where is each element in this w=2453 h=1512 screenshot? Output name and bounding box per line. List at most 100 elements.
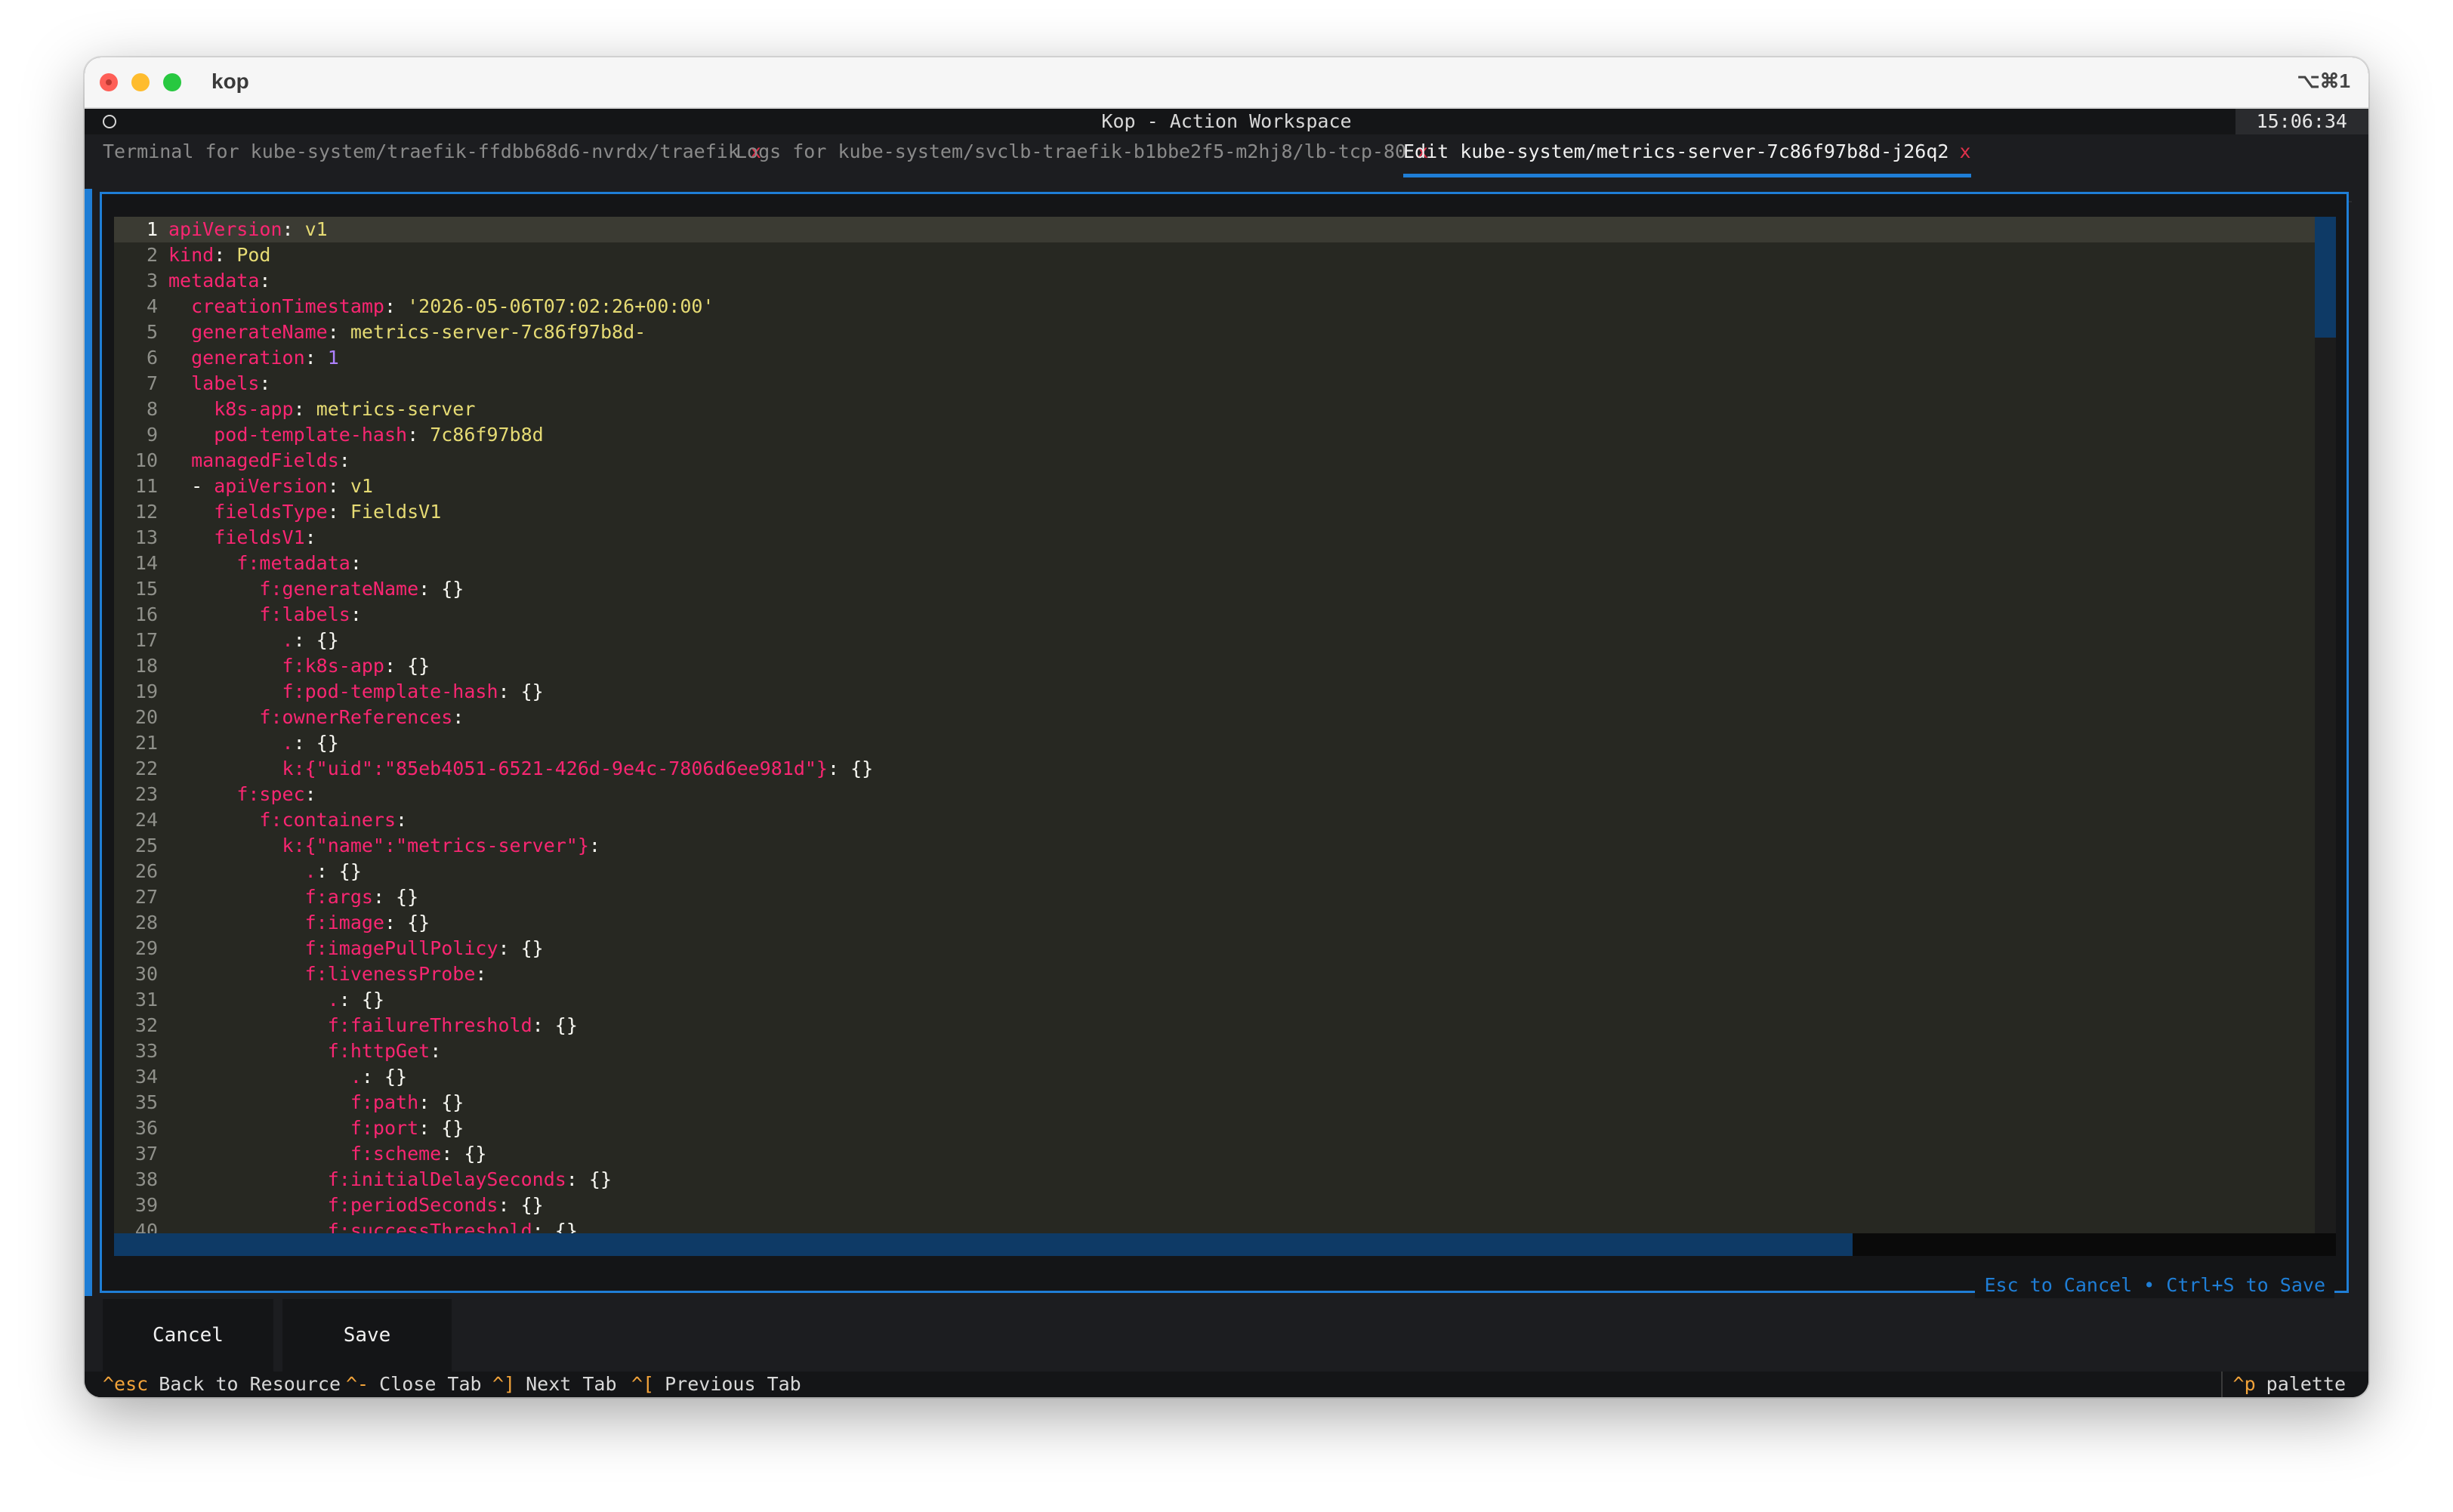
code-line[interactable]: 29 f:imagePullPolicy: {} xyxy=(114,936,2315,961)
code-line[interactable]: 21 .: {} xyxy=(114,730,2315,756)
code-line[interactable]: 24 f:containers: xyxy=(114,807,2315,833)
shortcut-close-tab[interactable]: ^- Close Tab xyxy=(346,1372,482,1397)
shortcut-previous-tab[interactable]: ^[Previous Tab xyxy=(631,1372,801,1397)
code-line[interactable]: 6 generation: 1 xyxy=(114,345,2315,371)
yaml-separator: : xyxy=(259,372,271,394)
code-line[interactable]: 20 f:ownerReferences: xyxy=(114,705,2315,730)
yaml-editor[interactable]: 1 apiVersion: v1 2 kind: Pod 3 metadata: 4 cre… xyxy=(114,217,2315,1233)
code-line[interactable]: 3 metadata: xyxy=(114,268,2315,294)
code-line[interactable]: 19 f:pod-template-hash: {} xyxy=(114,679,2315,705)
line-number: 37 xyxy=(134,1143,158,1165)
line-number: 30 xyxy=(134,963,158,985)
code-line[interactable]: 5 generateName: metrics-server-7c86f97b8… xyxy=(114,319,2315,345)
editor-hint: Esc to Cancel • Ctrl+S to Save xyxy=(1975,1273,2334,1298)
code-line[interactable]: 4 creationTimestamp: '2026-05-06T07:02:2… xyxy=(114,294,2315,319)
vertical-scrollbar[interactable] xyxy=(2315,217,2336,1233)
horizontal-scrollbar[interactable] xyxy=(114,1233,2336,1256)
minimize-window-button[interactable] xyxy=(131,73,150,91)
line-number: 8 xyxy=(146,398,158,420)
code-line[interactable]: 11 - apiVersion: v1 xyxy=(114,474,2315,499)
yaml-key: f:periodSeconds xyxy=(327,1194,498,1216)
code-line[interactable]: 10 managedFields: xyxy=(114,448,2315,474)
yaml-separator: : xyxy=(293,629,316,651)
shortcut-palette[interactable]: ^p palette xyxy=(2220,1372,2368,1397)
yaml-key: f:labels xyxy=(259,603,350,625)
code-line[interactable]: 16 f:labels: xyxy=(114,602,2315,628)
line-number: 5 xyxy=(146,321,158,343)
horizontal-scrollbar-thumb[interactable] xyxy=(114,1233,1853,1256)
code-line[interactable]: 28 f:image: {} xyxy=(114,910,2315,936)
code-line[interactable]: 32 f:failureThreshold: {} xyxy=(114,1013,2315,1038)
status-bar: ^esc Back to Resource ^- Close Tab ^] Next … xyxy=(85,1372,2368,1397)
code-line[interactable]: 30 f:livenessProbe: xyxy=(114,961,2315,987)
code-line[interactable]: 37 f:scheme: {} xyxy=(114,1141,2315,1167)
code-line[interactable]: 14 f:metadata: xyxy=(114,551,2315,576)
yaml-key: . xyxy=(327,989,339,1011)
code-line[interactable]: 12 fieldsType: FieldsV1 xyxy=(114,499,2315,525)
code-line[interactable]: 7 labels: xyxy=(114,371,2315,397)
yaml-separator: : xyxy=(384,912,408,933)
tab-close-icon[interactable]: x xyxy=(1959,140,1970,162)
code-line[interactable]: 40 f:successThreshold: {} xyxy=(114,1218,2315,1233)
vertical-scrollbar-thumb[interactable] xyxy=(2315,217,2336,338)
yaml-key: f:containers xyxy=(259,809,396,831)
window-titlebar: kop ⌥⌘1 xyxy=(85,57,2368,109)
yaml-key: f:livenessProbe xyxy=(304,963,476,985)
shortcut-label: palette xyxy=(2266,1373,2346,1395)
code-line[interactable]: 39 f:periodSeconds: {} xyxy=(114,1193,2315,1218)
yaml-value: Pod xyxy=(236,244,271,266)
code-line[interactable]: 25 k:{"name":"metrics-server"}: xyxy=(114,833,2315,859)
code-line[interactable]: 13 fieldsV1: xyxy=(114,525,2315,551)
code-line[interactable]: 15 f:generateName: {} xyxy=(114,576,2315,602)
yaml-separator: : xyxy=(498,937,521,959)
code-line[interactable]: 22 k:{"uid":"85eb4051-6521-426d-9e4c-780… xyxy=(114,756,2315,782)
yaml-value: {} xyxy=(396,886,419,908)
code-line[interactable]: 23 f:spec: xyxy=(114,782,2315,807)
code-line[interactable]: 27 f:args: {} xyxy=(114,884,2315,910)
code-line[interactable]: 34 .: {} xyxy=(114,1064,2315,1090)
code-line[interactable]: 17 .: {} xyxy=(114,628,2315,653)
cancel-button[interactable]: Cancel xyxy=(103,1299,273,1372)
yaml-value: 7c86f97b8d xyxy=(430,424,544,446)
code-line[interactable]: 2 kind: Pod xyxy=(114,242,2315,268)
line-number: 22 xyxy=(134,758,158,779)
yaml-separator: : xyxy=(304,347,328,369)
save-button[interactable]: Save xyxy=(282,1299,452,1372)
shortcut-key: ^[ xyxy=(631,1373,655,1395)
tab-terminal[interactable]: Terminal for kube-system/traefik-ffdbb68… xyxy=(103,134,761,174)
tab-edit[interactable]: Edit kube-system/metrics-server-7c86f97b… xyxy=(1403,134,1971,177)
code-line[interactable]: 18 f:k8s-app: {} xyxy=(114,653,2315,679)
yaml-key: f:ownerReferences xyxy=(259,706,453,728)
yaml-key: apiVersion xyxy=(168,218,282,240)
yaml-value: {} xyxy=(588,1168,612,1190)
maximize-window-button[interactable] xyxy=(163,73,181,91)
yaml-key: f:failureThreshold xyxy=(327,1014,532,1036)
code-line[interactable]: 38 f:initialDelaySeconds: {} xyxy=(114,1167,2315,1193)
code-line[interactable]: 9 pod-template-hash: 7c86f97b8d xyxy=(114,422,2315,448)
code-line[interactable]: 35 f:path: {} xyxy=(114,1090,2315,1115)
shortcut-back-to-resource[interactable]: ^esc Back to Resource xyxy=(103,1372,341,1397)
code-line[interactable]: 31 .: {} xyxy=(114,987,2315,1013)
code-line[interactable]: 36 f:port: {} xyxy=(114,1115,2315,1141)
code-line[interactable]: 8 k8s-app: metrics-server xyxy=(114,397,2315,422)
yaml-key: fieldsV1 xyxy=(214,526,305,548)
yaml-separator: : xyxy=(407,424,430,446)
yaml-key: fieldsType xyxy=(214,501,328,523)
code-line[interactable]: 33 f:httpGet: xyxy=(114,1038,2315,1064)
close-window-button[interactable] xyxy=(100,73,118,91)
shortcut-next-tab[interactable]: ^] Next Tab xyxy=(492,1372,617,1397)
code-line[interactable]: 26 .: {} xyxy=(114,859,2315,884)
tab-logs[interactable]: Logs for kube-system/svclb-traefik-b1bbe… xyxy=(736,134,1428,174)
yaml-separator: : xyxy=(293,732,316,754)
yaml-separator: : xyxy=(304,526,316,548)
code-line[interactable]: 1 apiVersion: v1 xyxy=(114,217,2315,242)
